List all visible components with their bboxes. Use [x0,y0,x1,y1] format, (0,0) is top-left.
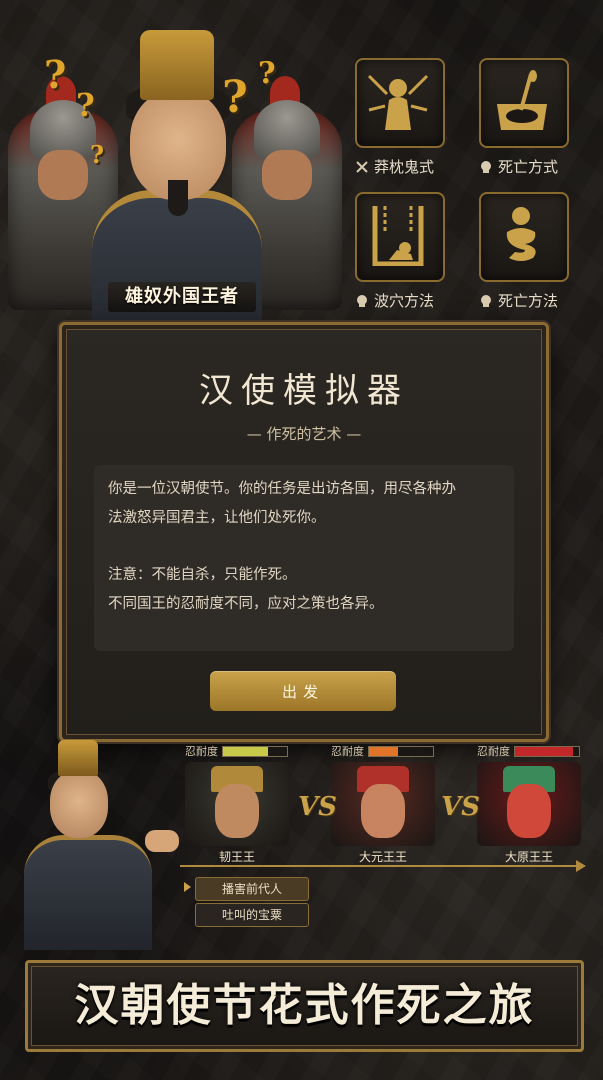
arrows-target-icon [355,58,445,148]
start-button[interactable]: 出发 [210,671,396,711]
king-portrait [477,762,581,846]
icon-card-1[interactable]: 莽枕鬼式 [355,58,473,177]
intro-dialog: 汉使模拟器 — 作死的艺术 — 你是一位汉朝使节。你的任务是出访各国，用尽各种办… [59,322,549,742]
king-name: 韧王王 [218,850,255,864]
envoy-character [20,740,179,950]
icon-label: 死亡方式 [498,158,559,176]
king-name: 大元王王 [358,850,407,864]
icon-card-4[interactable]: 死亡方法 [479,192,597,311]
crossed-swords-icon [355,160,369,174]
skull-icon [479,160,493,174]
icon-card-2[interactable]: 死亡方式 [479,58,597,177]
pit-spear-icon [479,58,569,148]
king-card-3[interactable]: 忍耐度 大原王王 [477,744,601,865]
question-mark: ? [222,72,248,123]
question-mark: ? [76,86,95,124]
body-line: 不同国王的忍耐度不同，应对之策也各异。 [108,595,384,612]
question-mark: ? [258,56,276,91]
icon-label: 波穴方法 [374,292,435,310]
body-line: 注意：不能自杀，只能作死。 [108,567,297,583]
question-mark: ? [44,52,67,97]
icon-label: 莽枕鬼式 [374,158,435,176]
progress-arrow [180,860,586,872]
tolerance-bar [514,745,580,757]
skull-icon [355,294,369,308]
option-2[interactable]: 吐叫的宝粟 [195,903,309,927]
bound-figure-icon [479,192,569,282]
king-portrait [185,762,289,846]
question-mark: ? [90,140,105,169]
tagline-text: 汉朝使节花式作死之旅 [74,980,535,1031]
tolerance-label: 忍耐度 [477,745,510,758]
tolerance-bar [222,745,288,757]
tolerance-label: 忍耐度 [331,745,364,758]
option-1[interactable]: 播害前代人 [195,877,309,901]
vs-badge: VS [441,792,480,822]
icon-label: 死亡方法 [498,292,559,310]
cage-icon [355,192,445,282]
tolerance-label: 忍耐度 [185,745,218,758]
dialog-title: 汉使模拟器 [199,371,409,411]
dialog-body: 你是一位汉朝使节。你的任务是出访各国，用尽各种办 法激怒异国君主，让他们处死你。… [94,465,514,651]
option-caret-icon [184,882,191,892]
king-card-1[interactable]: 忍耐度 韧王王 [185,744,309,865]
king-name: 大原王王 [504,850,553,864]
tagline-banner: 汉朝使节花式作死之旅 [25,960,584,1052]
icon-card-3[interactable]: 波穴方法 [355,192,473,311]
tolerance-bar [368,745,434,757]
king-card-2[interactable]: 忍耐度 大元王王 [331,744,455,865]
skull-icon [479,294,493,308]
dialog-subtitle: — 作死的艺术 — [246,425,362,443]
body-line: 法激怒异国君主，让他们处死你。 [108,509,326,526]
hero-caption: 雄奴外国王者 [108,282,256,312]
king-portrait [331,762,435,846]
vs-badge: VS [298,792,337,822]
body-line: 你是一位汉朝使节。你的任务是出访各国，用尽各种办 [108,481,456,497]
hero-illustration: ? ? ? ? ? 雄奴外国王者 [0,0,350,338]
